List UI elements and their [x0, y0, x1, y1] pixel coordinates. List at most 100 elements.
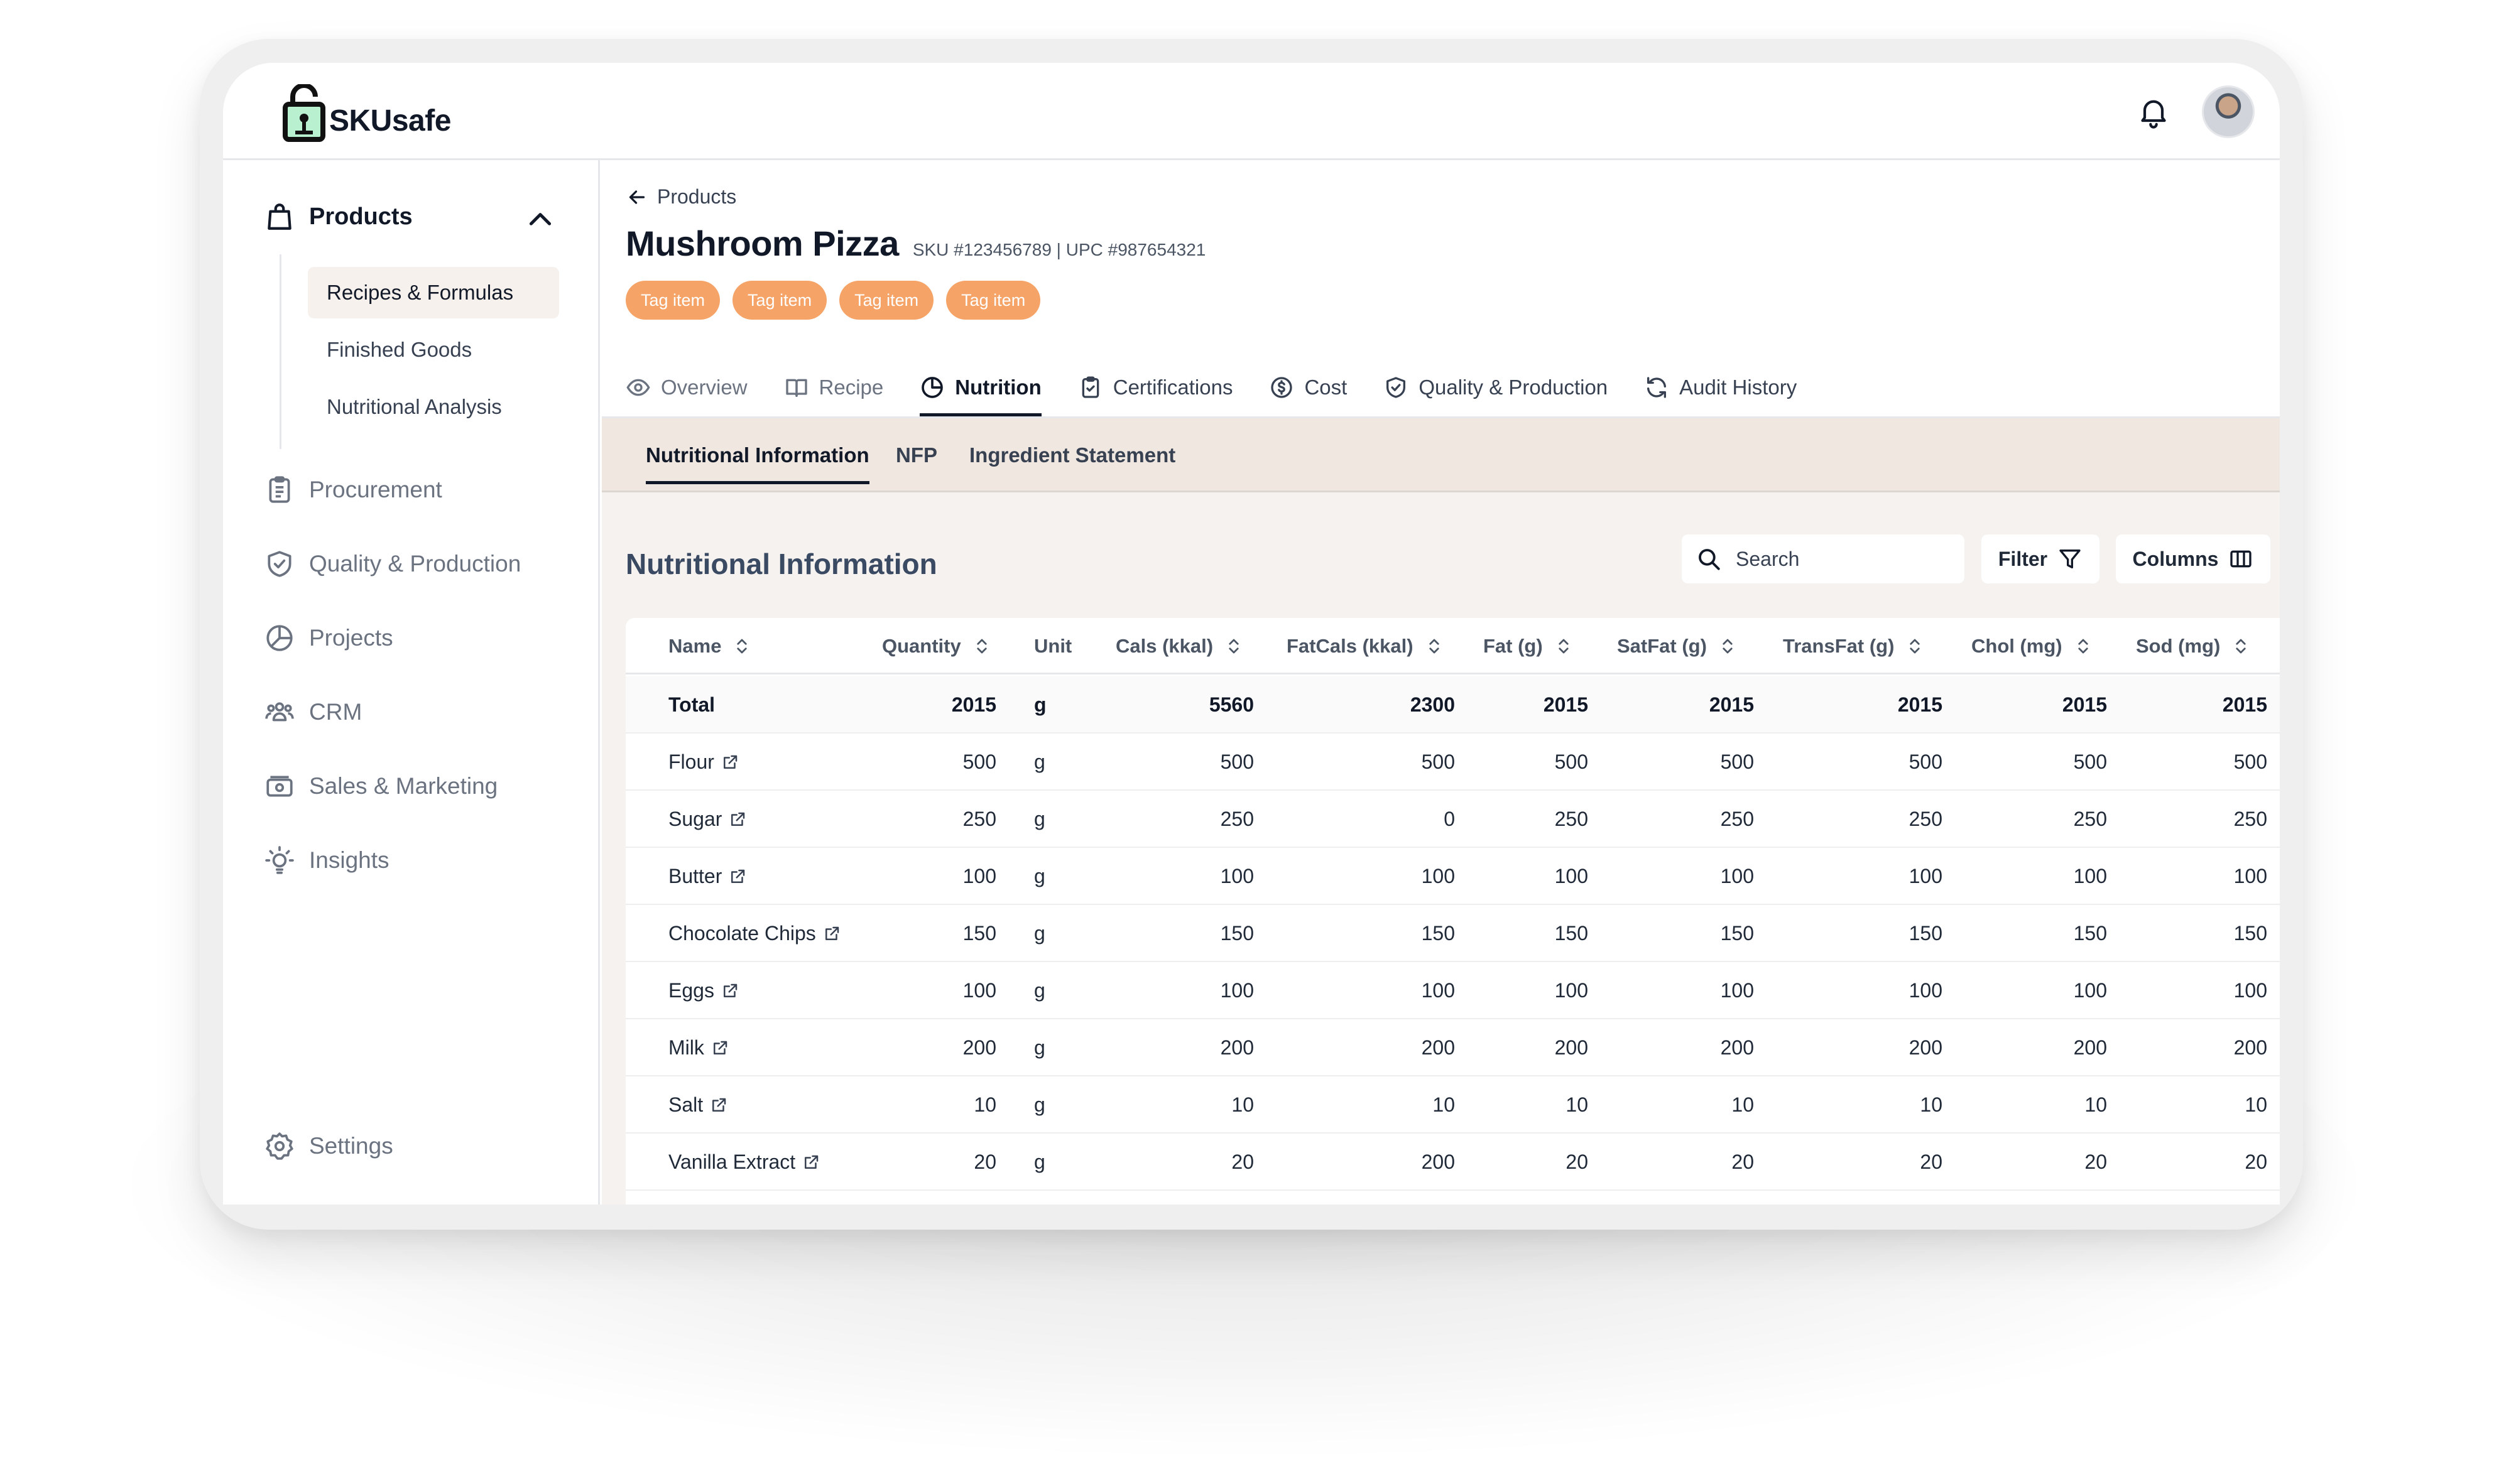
search-input[interactable]: Search: [1682, 534, 1964, 583]
subtab-ingredient-statement[interactable]: Ingredient Statement: [969, 443, 1175, 467]
scroll-fade: [626, 1196, 2280, 1205]
sidebar: Products Recipes & Formulas Finished Goo…: [223, 160, 600, 1205]
column-header-label: FatCals (kkal): [1287, 635, 1413, 657]
ingredient-name-cell[interactable]: Flour: [668, 734, 739, 791]
sidebar-subitem-recipes-formulas[interactable]: Recipes & Formulas: [308, 267, 559, 318]
sidebar-item-procurement[interactable]: Procurement: [264, 474, 442, 506]
sidebar-item-settings[interactable]: Settings: [264, 1130, 393, 1162]
table-row[interactable]: Butter 100 g 100 100 100 100 100 100 100: [626, 848, 2280, 905]
nutrition-table: Name Quantity Unit Cals (kkal) FatCals (kkal…: [626, 618, 2280, 1205]
user-avatar[interactable]: [2202, 85, 2255, 138]
sidebar-item-sales-marketing[interactable]: Sales & Marketing: [264, 771, 498, 802]
column-header-label: TransFat (g): [1783, 635, 1895, 657]
table-row[interactable]: Salt 10 g 10 10 10 10 10 10 10: [626, 1076, 2280, 1134]
ingredient-name-cell[interactable]: Vanilla Extract: [668, 1134, 820, 1191]
table-row[interactable]: Vanilla Extract 20 g 20 200 20 20 20 20 20: [626, 1134, 2280, 1191]
table-row[interactable]: Sugar 250 g 250 0 250 250 250 250 250: [626, 791, 2280, 848]
top-bar: SKUsafe: [223, 63, 2280, 160]
column-header[interactable]: FatCals (kkal): [1287, 618, 1444, 674]
sidebar-item-insights[interactable]: Insights: [264, 845, 389, 876]
filter-button[interactable]: Filter: [1981, 534, 2099, 583]
sidebar-subitem-nutritional-analysis[interactable]: Nutritional Analysis: [308, 381, 559, 433]
table-cell: 100: [962, 979, 996, 1002]
column-header[interactable]: TransFat (g): [1783, 618, 1924, 674]
ingredient-name-cell[interactable]: Butter: [668, 848, 747, 905]
tab-nutrition[interactable]: Nutrition: [920, 362, 1042, 416]
filter-icon: [2059, 550, 2081, 568]
tab-label: Overview: [661, 376, 748, 399]
table-header: Name Quantity Unit Cals (kkal) FatCals (kkal…: [626, 618, 2280, 674]
column-header[interactable]: SatFat (g): [1617, 618, 1737, 674]
table-cell: 150: [1720, 922, 1754, 945]
chevron-up-icon[interactable]: [525, 204, 556, 236]
ingredient-name-cell[interactable]: Salt: [668, 1076, 728, 1134]
column-header[interactable]: Fat (g): [1483, 618, 1573, 674]
column-header-label: Unit: [1034, 635, 1072, 657]
sidebar-item-projects[interactable]: Projects: [264, 622, 393, 654]
table-cell: 200: [962, 1036, 996, 1059]
table-cell: 20: [1231, 1151, 1254, 1173]
table-cell: 20: [1920, 1151, 1942, 1173]
external-link-icon[interactable]: [721, 982, 739, 1000]
logo-text: SKUsafe: [329, 104, 451, 138]
subtab-nutritional-information[interactable]: Nutritional Information: [646, 443, 869, 484]
tag-item[interactable]: Tag item: [839, 281, 934, 320]
money-icon: [266, 776, 293, 797]
table-cell: 500: [1720, 750, 1754, 773]
sidebar-item-quality-production[interactable]: Quality & Production: [264, 548, 521, 580]
sidebar-item-products[interactable]: Products: [264, 201, 413, 232]
column-header[interactable]: Sod (mg): [2136, 618, 2250, 674]
tab-audit-history[interactable]: Audit History: [1644, 362, 1797, 413]
column-header[interactable]: Cals (kkal): [1116, 618, 1243, 674]
external-link-icon[interactable]: [721, 753, 739, 772]
shopping-bag-icon: [268, 203, 291, 230]
external-link-icon[interactable]: [728, 867, 747, 886]
sidebar-item-label: Procurement: [309, 477, 442, 502]
external-link-icon[interactable]: [711, 1039, 729, 1058]
table-row[interactable]: Eggs 100 g 100 100 100 100 100 100 100: [626, 962, 2280, 1019]
tab-quality-production[interactable]: Quality & Production: [1383, 362, 1608, 413]
table-cell: g: [1034, 865, 1045, 887]
table-cell: 200: [1220, 1036, 1254, 1059]
sidebar-item-label: Projects: [309, 625, 393, 651]
table-row[interactable]: Milk 200 g 200 200 200 200 200 200 200: [626, 1019, 2280, 1076]
tab-cost[interactable]: Cost: [1269, 362, 1347, 413]
ingredient-name-cell[interactable]: Eggs: [668, 962, 739, 1019]
app-logo[interactable]: SKUsafe: [283, 84, 451, 142]
breadcrumb[interactable]: Products: [626, 185, 736, 209]
table-cell: 100: [962, 865, 996, 887]
external-link-icon[interactable]: [728, 810, 747, 829]
tag-item[interactable]: Tag item: [732, 281, 827, 320]
ingredient-name: Milk: [668, 1036, 704, 1059]
tag-item[interactable]: Tag item: [946, 281, 1041, 320]
external-link-icon[interactable]: [709, 1096, 728, 1115]
ingredient-name: Salt: [668, 1093, 704, 1116]
column-header[interactable]: Unit: [1034, 618, 1072, 674]
table-cell: 500: [1554, 750, 1588, 773]
tab-overview[interactable]: Overview: [626, 362, 748, 413]
table-cell: 150: [2073, 922, 2107, 945]
column-header[interactable]: Name: [668, 618, 751, 674]
ingredient-name-cell[interactable]: Milk: [668, 1019, 729, 1076]
bell-icon[interactable]: [2136, 94, 2171, 129]
table-row[interactable]: Chocolate Chips 150 g 150 150 150 150 150 150 150: [626, 905, 2280, 962]
table-cell: 2015: [1897, 693, 1942, 716]
tag-item[interactable]: Tag item: [626, 281, 721, 320]
sidebar-item-crm[interactable]: CRM: [264, 696, 362, 728]
table-cell: 100: [1909, 865, 1942, 887]
column-header[interactable]: Chol (mg): [1971, 618, 2093, 674]
column-header[interactable]: Quantity: [882, 618, 991, 674]
table-cell: 10: [2084, 1093, 2107, 1116]
table-row[interactable]: Flour 500 g 500 500 500 500 500 500 500: [626, 734, 2280, 791]
total-row[interactable]: Total 2015 g 5560 2300 2015 2015 2015 2015 2015: [626, 676, 2280, 734]
table-cell: 20: [2245, 1151, 2267, 1173]
subtab-nfp[interactable]: NFP: [896, 443, 937, 467]
arrow-left-icon: [629, 190, 645, 204]
table-cell: 250: [2073, 808, 2107, 830]
lock-logo-icon: [283, 84, 325, 142]
sidebar-subitem-finished-goods[interactable]: Finished Goods: [308, 324, 559, 376]
ingredient-name-cell[interactable]: Sugar: [668, 791, 747, 848]
tab-recipe[interactable]: Recipe: [784, 362, 883, 413]
columns-button[interactable]: Columns: [2116, 534, 2270, 583]
tab-certifications[interactable]: Certifications: [1078, 362, 1233, 413]
